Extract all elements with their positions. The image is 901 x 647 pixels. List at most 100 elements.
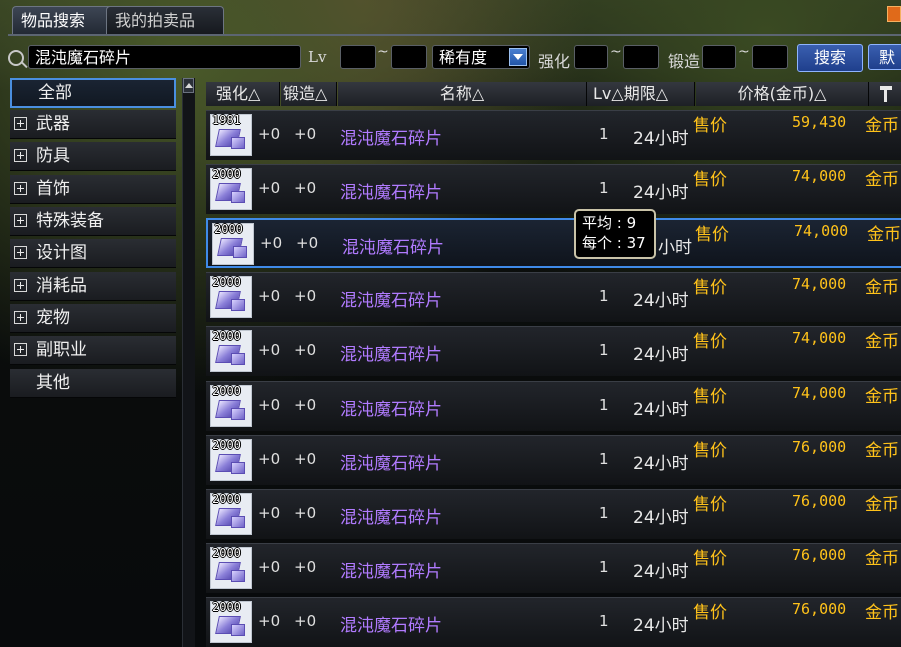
table-header: 强化△ 锻造△ 名称△ Lv△期限△ 价格(金币)△ [206, 82, 901, 106]
column-header-enhance[interactable]: 强化△ [206, 82, 280, 106]
item-quantity: 1981 [212, 113, 241, 127]
cell-level: 1 [599, 558, 609, 576]
tab-item-search[interactable]: 物品搜索 [12, 6, 116, 35]
item-icon-chaos-stone-fragment[interactable]: 2000 [210, 600, 252, 643]
table-row[interactable]: 2000 +0 +0 混沌魔石碎片 1 24小时 售价 76,000 金币 [206, 435, 901, 485]
lv-max-field[interactable] [391, 45, 427, 69]
lv-min-field[interactable] [340, 45, 376, 69]
sidebar-item-subclass[interactable]: 副职业 [10, 336, 176, 365]
expand-icon[interactable] [14, 279, 27, 292]
search-input[interactable]: 混沌魔石碎片 [28, 45, 301, 69]
tooltip-line-average: 平均 : 9 [582, 214, 637, 232]
cell-period: 小时 [658, 238, 692, 258]
table-row[interactable]: 1981 +0 +0 混沌魔石碎片 1 24小时 售价 59,430 金币 [206, 110, 901, 160]
cell-forge: +0 [294, 396, 317, 414]
cell-currency: 金币 [865, 278, 899, 298]
expand-icon[interactable] [14, 343, 27, 356]
search-button[interactable]: 搜索 [797, 44, 863, 72]
cell-forge: +0 [294, 558, 317, 576]
item-icon-chaos-stone-fragment[interactable]: 2000 [210, 492, 252, 535]
gem-shard-small-icon [231, 624, 245, 636]
cell-sell-label: 售价 [693, 495, 727, 515]
sidebar-item-label: 特殊装备 [36, 211, 104, 231]
sidebar-item-special-equipment[interactable]: 特殊装备 [10, 207, 176, 236]
forge-min-field[interactable] [702, 45, 736, 69]
item-icon-chaos-stone-fragment[interactable]: 2000 [210, 275, 252, 318]
sidebar-item-label: 副职业 [36, 340, 87, 360]
cell-forge: +0 [294, 504, 317, 522]
cell-enhance: +0 [258, 504, 281, 522]
expand-icon[interactable] [14, 182, 27, 195]
sidebar-item-label: 武器 [36, 114, 70, 134]
expand-icon[interactable] [14, 149, 27, 162]
table-row[interactable]: 2000 +0 +0 混沌魔石碎片 小时 售价 74,000 金币 [206, 218, 901, 268]
cell-item-name: 混沌魔石碎片 [340, 400, 442, 420]
column-header-price[interactable]: 价格(金币)△ [696, 82, 869, 106]
column-header-forge[interactable]: 锻造△ [281, 82, 337, 106]
cell-forge: +0 [294, 287, 317, 305]
sidebar-item-blueprints[interactable]: 设计图 [10, 239, 176, 268]
item-icon-chaos-stone-fragment[interactable]: 1981 [210, 113, 252, 156]
item-icon-chaos-stone-fragment[interactable]: 2000 [212, 222, 254, 265]
cell-price: 74,000 [792, 167, 847, 185]
gem-shard-small-icon [231, 191, 245, 203]
sidebar-item-label: 首饰 [36, 179, 70, 199]
cell-sell-label: 售价 [695, 225, 729, 245]
table-row[interactable]: 2000 +0 +0 混沌魔石碎片 1 24小时 售价 76,000 金币 [206, 543, 901, 593]
chevron-down-icon[interactable] [509, 48, 527, 66]
window-corner-icon[interactable] [887, 6, 901, 22]
cell-period: 24小时 [633, 183, 689, 203]
expand-icon[interactable] [14, 311, 27, 324]
sidebar-item-other[interactable]: 其他 [10, 369, 176, 398]
sidebar-item-weapons[interactable]: 武器 [10, 110, 176, 139]
table-row[interactable]: 2000 +0 +0 混沌魔石碎片 1 24小时 售价 74,000 金币 [206, 272, 901, 322]
scroll-up-icon[interactable] [183, 78, 194, 93]
expand-icon[interactable] [14, 117, 27, 130]
forge-max-field[interactable] [752, 45, 788, 69]
cell-period: 24小时 [633, 562, 689, 582]
tab-my-auctions[interactable]: 我的拍卖品 [106, 6, 224, 35]
table-row[interactable]: 2000 +0 +0 混沌魔石碎片 1 24小时 售价 76,000 金币 [206, 597, 901, 647]
lv-range-tilde: ~ [377, 44, 389, 60]
item-icon-chaos-stone-fragment[interactable]: 2000 [210, 438, 252, 481]
expand-icon[interactable] [14, 246, 27, 259]
cell-forge: +0 [294, 341, 317, 359]
column-header-name[interactable]: 名称△ [338, 82, 587, 106]
enhance-min-field[interactable] [574, 45, 608, 69]
cell-level: 1 [599, 450, 609, 468]
column-header-lv-period[interactable]: Lv△期限△ [587, 82, 695, 106]
expand-icon[interactable] [14, 214, 27, 227]
table-row[interactable]: 2000 +0 +0 混沌魔石碎片 1 24小时 售价 74,000 金币 [206, 164, 901, 214]
table-row[interactable]: 2000 +0 +0 混沌魔石碎片 1 24小时 售价 76,000 金币 [206, 489, 901, 539]
table-row[interactable]: 2000 +0 +0 混沌魔石碎片 1 24小时 售价 74,000 金币 [206, 326, 901, 376]
item-icon-chaos-stone-fragment[interactable]: 2000 [210, 167, 252, 210]
sidebar-item-accessories[interactable]: 首饰 [10, 175, 176, 204]
rarity-dropdown[interactable]: 稀有度 [432, 45, 530, 69]
sidebar-item-pets[interactable]: 宠物 [10, 304, 176, 333]
sidebar-item-armor[interactable]: 防具 [10, 142, 176, 171]
cell-item-name: 混沌魔石碎片 [340, 562, 442, 582]
cell-period: 24小时 [633, 454, 689, 474]
default-button[interactable]: 默 [868, 44, 901, 70]
forge-range-tilde: ~ [738, 44, 750, 60]
cell-price: 74,000 [794, 222, 849, 240]
table-row[interactable]: 2000 +0 +0 混沌魔石碎片 1 24小时 售价 74,000 金币 [206, 381, 901, 431]
sidebar-item-all[interactable]: 全部 [10, 78, 176, 108]
cell-item-name: 混沌魔石碎片 [340, 345, 442, 365]
enhance-range-tilde: ~ [610, 44, 622, 60]
sidebar-item-consumables[interactable]: 消耗品 [10, 272, 176, 301]
item-icon-chaos-stone-fragment[interactable]: 2000 [210, 546, 252, 589]
gem-shard-small-icon [231, 516, 245, 528]
item-quantity: 2000 [212, 167, 241, 181]
item-quantity: 2000 [212, 546, 241, 560]
cell-forge: +0 [296, 234, 319, 252]
item-quantity: 2000 [212, 275, 241, 289]
item-icon-chaos-stone-fragment[interactable]: 2000 [210, 329, 252, 372]
cell-currency: 金币 [865, 549, 899, 569]
sidebar-scrollbar[interactable] [182, 78, 195, 647]
item-icon-chaos-stone-fragment[interactable]: 2000 [210, 384, 252, 427]
cell-period: 24小时 [633, 400, 689, 420]
enhance-max-field[interactable] [623, 45, 659, 69]
gem-shard-small-icon [231, 408, 245, 420]
tooltip-line-each: 每个 : 37 [582, 234, 646, 252]
